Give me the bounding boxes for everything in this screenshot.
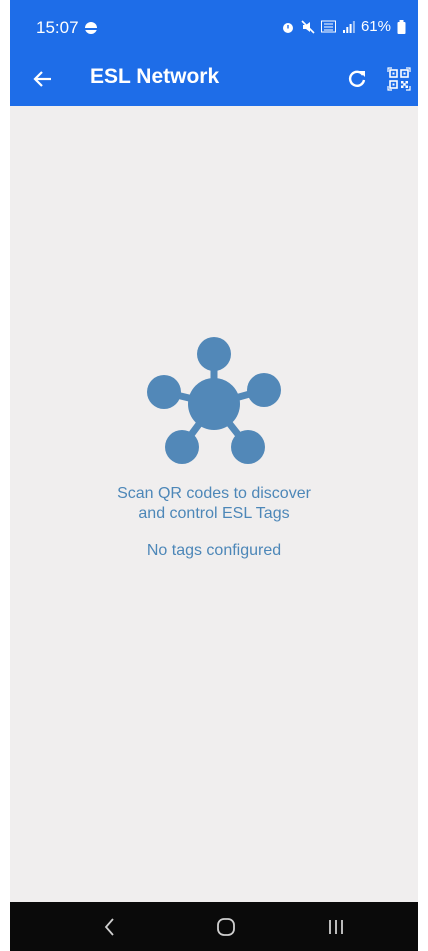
status-time: 15:07	[36, 18, 79, 37]
qr-scan-icon	[387, 67, 411, 91]
empty-message: Scan QR codes to discover and control ES…	[10, 484, 418, 524]
signal-icon	[342, 20, 355, 33]
battery-level: 61%	[360, 18, 391, 35]
status-bar: 15:07 61%	[10, 0, 418, 52]
nav-recents-icon	[329, 920, 343, 934]
mute-icon	[301, 19, 315, 34]
no-tags-status: No tags configured	[146, 542, 282, 559]
screen: 15:07 61% ESL Network Scan QR codes to d…	[0, 0, 428, 951]
status-indicators: 61%	[281, 18, 406, 35]
moon-icon	[84, 22, 97, 34]
refresh-button[interactable]	[342, 64, 372, 94]
status-time-group: 15:07	[36, 18, 98, 38]
nav-recents-button[interactable]	[316, 912, 356, 942]
empty-message-line-1: Scan QR codes to discover	[117, 485, 311, 502]
system-nav-bar	[10, 902, 418, 951]
back-button[interactable]	[28, 64, 58, 94]
arrow-left-icon	[33, 71, 51, 87]
5g-icon	[320, 20, 336, 32]
app-bar: ESL Network	[10, 52, 418, 106]
alarm-icon	[282, 22, 293, 33]
app-frame: 15:07 61% ESL Network Scan QR codes to d…	[10, 0, 418, 951]
empty-message-line-2: and control ESL Tags	[138, 505, 290, 522]
refresh-icon	[348, 70, 366, 87]
nav-back-icon	[104, 918, 114, 936]
nav-back-button[interactable]	[90, 912, 130, 942]
page-title: ESL Network	[90, 65, 220, 88]
nav-home-icon	[217, 918, 235, 936]
nav-home-button[interactable]	[206, 912, 246, 942]
battery-icon	[397, 19, 406, 34]
scan-qr-button[interactable]	[382, 62, 416, 96]
empty-state: Scan QR codes to discover and control ES…	[10, 330, 418, 560]
network-hub-icon	[147, 337, 281, 464]
